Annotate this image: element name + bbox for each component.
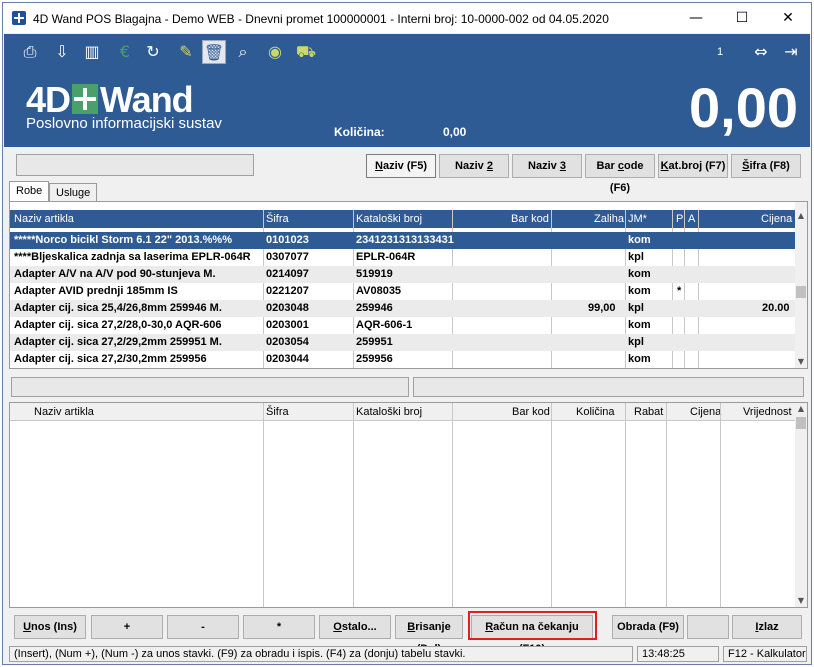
table-row[interactable]: ****Bljeskalica zadnja sa laserima EPLR-… [10, 249, 796, 266]
col-header[interactable]: JM* [628, 213, 647, 225]
col-header[interactable]: Cijena [690, 406, 721, 418]
circle-icon[interactable]: ◉ [263, 40, 287, 64]
col-header[interactable]: Kataloški broj [356, 213, 422, 225]
articles-table: Naziv artikla Šifra Kataloški broj Bar k… [9, 201, 808, 369]
search-input[interactable] [16, 154, 254, 176]
col-header[interactable]: Vrijednost [743, 406, 792, 418]
receipt-table: Naziv artikla Šifra Kataloški broj Bar k… [9, 402, 808, 608]
window-title: 4D Wand POS Blagajna - Demo WEB - Dnevni… [33, 12, 609, 26]
scroll-up-icon[interactable]: ▲ [795, 403, 807, 415]
trash-icon[interactable]: 🗑 [202, 40, 226, 64]
minimize-button[interactable]: — [673, 3, 719, 33]
table-row[interactable]: Adapter AVID prednji 185mm IS 0221207 AV08… [10, 283, 796, 300]
col-header[interactable]: Šifra [266, 406, 289, 418]
col-header[interactable]: Količina [576, 406, 615, 418]
banner: 4D Wand Poslovno informacijski sustav Kol… [4, 71, 810, 147]
col-header[interactable]: Bar kod [512, 406, 550, 418]
empty-button[interactable] [687, 615, 729, 639]
total-amount: 0,00 [689, 76, 798, 139]
edit-icon[interactable]: ✎ [174, 40, 198, 64]
euro-icon[interactable]: € [113, 40, 137, 64]
plus-button[interactable]: + [91, 615, 163, 639]
app-window: 4D Wand POS Blagajna - Demo WEB - Dnevni… [2, 2, 812, 665]
search-by-barcode-button[interactable]: Bar code (F6) [585, 154, 655, 194]
col-header[interactable]: Rabat [634, 406, 663, 418]
col-header[interactable]: Kataloški broj [356, 406, 422, 418]
brand-subtitle: Poslovno informacijski sustav [26, 115, 222, 132]
table-row[interactable]: Adapter cij. sica 27,2/28,0-30,0 AQR-606… [10, 317, 796, 334]
refresh-icon[interactable]: ↻ [141, 40, 165, 64]
col-header[interactable]: Bar kod [511, 213, 549, 225]
col-header[interactable]: Naziv artikla [34, 406, 94, 418]
brisanje-button[interactable]: Brisanje (Del) [395, 615, 463, 655]
search-icon[interactable]: ⌕ [231, 40, 255, 64]
tab-usluge[interactable]: Usluge [49, 183, 98, 203]
col-header[interactable]: Zaliha [594, 213, 624, 225]
receipt-scrollbar[interactable]: ▲ ▼ [795, 403, 807, 607]
cart-icon[interactable]: ⛟ [294, 40, 318, 64]
articles-header: Naziv artikla Šifra Kataloški broj Bar k… [10, 210, 796, 228]
toolbar: ⎙ ⇩ ▥ € ↻ ✎ 🗑 ⌕ ◉ ⛟ 1 ⇔ ⇥ [4, 34, 810, 71]
quantity-label: Količina: [334, 125, 385, 139]
col-divider [625, 403, 626, 607]
counter-label: 1 [717, 46, 724, 58]
close-button[interactable]: ✕ [765, 3, 811, 33]
table-row[interactable]: *****Norco bicikl Storm 6.1 22" 2013.%%%… [10, 232, 796, 249]
import-icon[interactable]: ⇩ [50, 40, 74, 64]
col-divider [666, 403, 667, 607]
col-header[interactable]: Šifra [266, 213, 289, 225]
izlaz-button[interactable]: Izlaz [732, 615, 802, 639]
search-by-catalog-button[interactable]: Kat.broj (F7) [658, 154, 728, 178]
tab-robe[interactable]: Robe [9, 181, 50, 203]
scroll-up-icon[interactable]: ▲ [795, 210, 807, 222]
col-divider [720, 403, 721, 607]
status-calculator: F12 - Kalkulator [723, 646, 807, 662]
search-by-name2-button[interactable]: Naziv 2 [439, 154, 509, 178]
title-bar: 4D Wand POS Blagajna - Demo WEB - Dnevni… [3, 3, 811, 33]
table-row[interactable]: Adapter cij. sica 25,4/26,8mm 259946 M. 0… [10, 300, 796, 317]
col-header[interactable]: A [688, 213, 695, 225]
cross-icon [72, 84, 99, 114]
col-divider [551, 403, 552, 607]
scroll-down-icon[interactable]: ▼ [795, 595, 807, 607]
col-header[interactable]: Cijena [761, 213, 792, 225]
articles-scrollbar[interactable]: ▲ ▼ [795, 202, 807, 368]
printer-icon[interactable]: ⎙ [18, 40, 42, 64]
unos-button[interactable]: Unos (Ins) [14, 615, 86, 639]
info-field-right[interactable] [413, 377, 804, 397]
info-field-left[interactable] [11, 377, 409, 397]
status-time: 13:48:25 [637, 646, 719, 662]
quantity-value: 0,00 [443, 125, 467, 139]
search-by-name-button[interactable]: Naziv (F5) [366, 154, 436, 178]
highlight-frame [468, 611, 597, 640]
scroll-down-icon[interactable]: ▼ [795, 356, 807, 368]
barcode-icon[interactable]: ▥ [80, 40, 104, 64]
col-divider [263, 403, 264, 607]
app-logo-icon [12, 11, 26, 25]
status-hint: (Insert), (Num +), (Num -) za unos stavk… [9, 646, 633, 662]
col-header[interactable]: P [676, 213, 683, 225]
search-by-code-button[interactable]: Šifra (F8) [731, 154, 801, 178]
signpost-icon[interactable]: ⇔ [749, 40, 773, 64]
obrada-button[interactable]: Obrada (F9) [612, 615, 684, 639]
receipt-header: Naziv artikla Šifra Kataloški broj Bar k… [10, 403, 796, 421]
scroll-thumb[interactable] [796, 286, 806, 298]
search-by-name3-button[interactable]: Naziv 3 [512, 154, 582, 178]
multiply-button[interactable]: * [243, 615, 315, 639]
ostalo-button[interactable]: Ostalo... [319, 615, 391, 639]
table-row[interactable]: Adapter cij. sica 27,2/30,2mm 259956 0203… [10, 351, 796, 368]
table-row[interactable]: Adapter cij. sica 27,2/29,2mm 259951 M. 0… [10, 334, 796, 351]
col-divider [452, 403, 453, 607]
maximize-button[interactable]: ☐ [719, 3, 765, 33]
table-row[interactable]: Adapter A/V na A/V pod 90-stunjeva M. 021… [10, 266, 796, 283]
exit-icon[interactable]: ⇥ [779, 40, 803, 64]
col-divider [353, 403, 354, 607]
minus-button[interactable]: - [167, 615, 239, 639]
scroll-thumb[interactable] [796, 417, 806, 429]
col-header[interactable]: Naziv artikla [14, 213, 74, 225]
